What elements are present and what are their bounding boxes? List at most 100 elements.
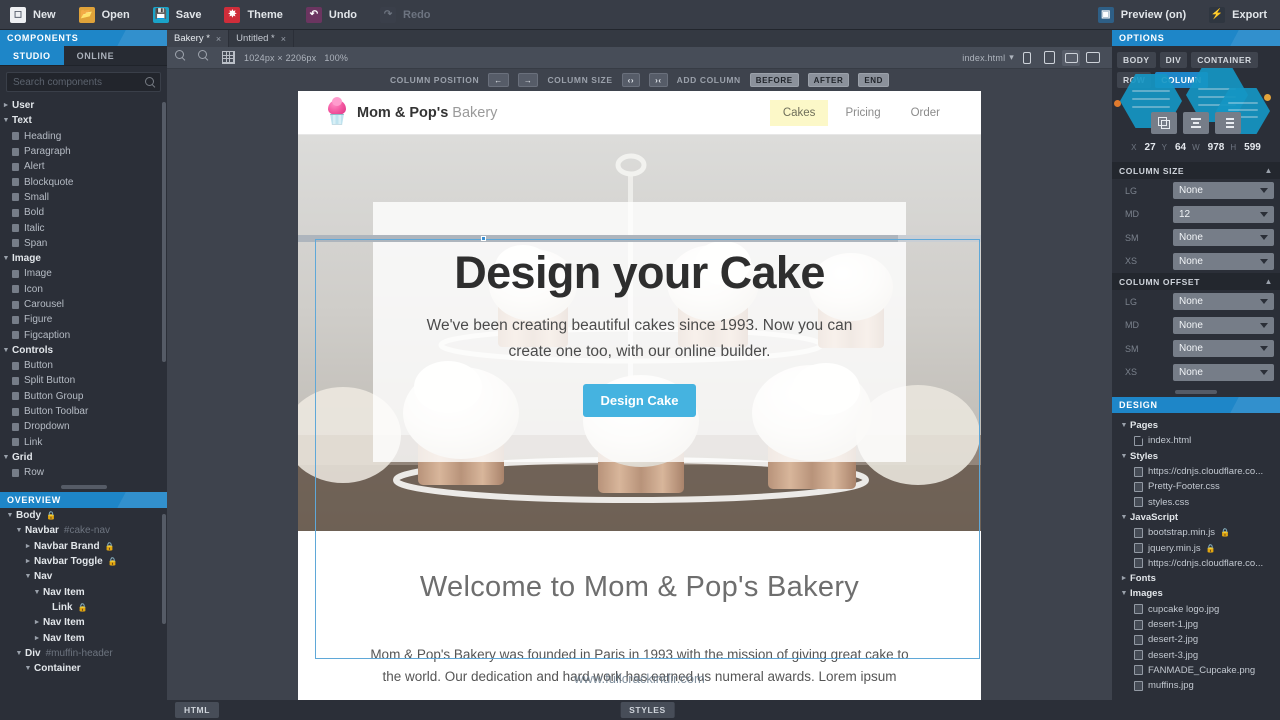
device-desktop[interactable] — [1084, 50, 1102, 66]
breadcrumb-div[interactable]: DIV — [1159, 52, 1188, 68]
component-item-row[interactable]: Row — [0, 465, 161, 480]
component-item-button-group[interactable]: Button Group — [0, 389, 161, 404]
chevron-down-icon[interactable] — [1260, 211, 1268, 217]
site-nav-link-cakes[interactable]: Cakes — [769, 99, 829, 126]
chevron-right-icon[interactable]: ► — [0, 102, 12, 109]
chevron-down-icon[interactable]: ▼ — [1118, 453, 1130, 460]
component-item-icon[interactable]: Icon — [0, 282, 161, 297]
add-column-after-button[interactable]: AFTER — [807, 73, 850, 87]
asset-group-pages[interactable]: ▼ Pages — [1112, 418, 1280, 433]
chevron-right-icon[interactable]: ► — [1118, 575, 1130, 582]
zoom-in-icon[interactable] — [198, 50, 213, 65]
chevron-right-icon[interactable]: ► — [22, 558, 34, 565]
overview-node-navbar[interactable]: ▼ Navbar #cake-nav — [0, 523, 161, 538]
asset-group-javascript[interactable]: ▼ JavaScript — [1112, 510, 1280, 525]
file-dropdown-caret[interactable]: ▾ — [1009, 52, 1014, 63]
overview-node-row[interactable]: ▼Row — [0, 676, 161, 678]
component-item-figcaption[interactable]: Figcaption — [0, 327, 161, 342]
chevron-down-icon[interactable] — [1260, 188, 1268, 194]
overview-node-nav-item[interactable]: ► Nav Item — [0, 615, 161, 630]
geometry-x-value[interactable]: 27 — [1145, 142, 1156, 153]
asset-item[interactable]: styles.css — [1112, 494, 1280, 509]
overview-node-navbar-toggle[interactable]: ► Navbar Toggle 🔒 — [0, 554, 161, 569]
column-offset-select-md[interactable]: None — [1173, 316, 1274, 334]
preview-button[interactable]: ▣ Preview (on) — [1088, 0, 1199, 30]
close-icon[interactable]: × — [281, 34, 286, 44]
component-group-text[interactable]: ▼ Text — [0, 113, 161, 128]
component-item-split-button[interactable]: Split Button — [0, 373, 161, 388]
redo-button[interactable]: ↷ Redo — [370, 0, 444, 30]
asset-item[interactable]: cupcake logo.jpg — [1112, 602, 1280, 617]
collapse-chevron-up-icon[interactable]: ▲ — [1264, 166, 1273, 175]
component-item-alert[interactable]: Alert — [0, 159, 161, 174]
column-size-select-lg[interactable]: None — [1173, 182, 1274, 200]
component-item-bold[interactable]: Bold — [0, 205, 161, 220]
components-scrollbar[interactable] — [162, 102, 166, 362]
component-item-paragraph[interactable]: Paragraph — [0, 144, 161, 159]
chevron-down-icon[interactable] — [1260, 235, 1268, 241]
component-item-link[interactable]: Link — [0, 435, 161, 450]
open-button[interactable]: 📂 Open — [69, 0, 143, 30]
overview-node-navbar-brand[interactable]: ► Navbar Brand 🔒 — [0, 539, 161, 554]
component-group-controls[interactable]: ▼ Controls — [0, 343, 161, 358]
chevron-down-icon[interactable]: ▼ — [0, 117, 12, 124]
export-button[interactable]: ⚡ Export — [1199, 0, 1280, 30]
asset-group-styles[interactable]: ▼ Styles — [1112, 449, 1280, 464]
chevron-down-icon[interactable]: ▼ — [31, 589, 43, 596]
navbar-brand[interactable]: Mom & Pop's Bakery — [326, 96, 497, 126]
grid-toggle-icon[interactable] — [221, 50, 236, 65]
document-tab-2[interactable]: Untitled * × — [229, 30, 294, 47]
overview-node-div[interactable]: ▼ Div #muffin-header — [0, 646, 161, 661]
device-tablet[interactable] — [1040, 50, 1058, 66]
new-button[interactable]: ◻ New — [0, 0, 69, 30]
overview-node-nav-item[interactable]: ▼ Nav Item — [0, 584, 161, 599]
chevron-down-icon[interactable]: ▼ — [22, 665, 34, 672]
chevron-down-icon[interactable] — [1260, 258, 1268, 264]
theme-button[interactable]: ✸ Theme — [214, 0, 295, 30]
lock-icon[interactable]: 🔒 — [105, 542, 115, 551]
component-item-span[interactable]: Span — [0, 236, 161, 251]
list-icon[interactable] — [1215, 112, 1241, 134]
chevron-down-icon[interactable] — [1260, 346, 1268, 352]
asset-item[interactable]: Pretty-Footer.css — [1112, 479, 1280, 494]
asset-group-fonts[interactable]: ► Fonts — [1112, 571, 1280, 586]
close-icon[interactable]: × — [216, 34, 221, 44]
duplicate-icon[interactable] — [1151, 112, 1177, 134]
chevron-down-icon[interactable]: ▼ — [13, 527, 25, 534]
column-size-section-header[interactable]: COLUMN SIZE ▲ — [1112, 162, 1280, 179]
asset-item[interactable]: desert-2.jpg — [1112, 632, 1280, 647]
column-offset-section-header[interactable]: COLUMN OFFSET ▲ — [1112, 273, 1280, 290]
component-item-small[interactable]: Small — [0, 190, 161, 205]
component-item-italic[interactable]: Italic — [0, 220, 161, 235]
component-item-button-toolbar[interactable]: Button Toolbar — [0, 404, 161, 419]
asset-item[interactable]: index.html — [1112, 433, 1280, 448]
asset-item[interactable]: jquery.min.js 🔒 — [1112, 540, 1280, 555]
search-input[interactable] — [13, 76, 145, 88]
overview-node-container[interactable]: ▼ Container — [0, 661, 161, 676]
column-size-select-sm[interactable]: None — [1173, 229, 1274, 247]
design-assets-tree[interactable]: ▼ Pages index.html ▼ Styles https://cdnjs.clo… — [1112, 413, 1280, 693]
chevron-down-icon[interactable]: ▼ — [0, 255, 12, 262]
document-tab-1[interactable]: Bakery * × — [167, 30, 230, 47]
component-item-dropdown[interactable]: Dropdown — [0, 419, 161, 434]
chevron-down-icon[interactable]: ▼ — [22, 573, 34, 580]
page-horizontal-scrollbar[interactable] — [298, 235, 981, 242]
component-item-heading[interactable]: Heading — [0, 129, 161, 144]
asset-item[interactable]: desert-1.jpg — [1112, 617, 1280, 632]
asset-item[interactable]: https://cdnjs.cloudflare.co... — [1112, 556, 1280, 571]
overview-node-nav[interactable]: ▼ Nav — [0, 569, 161, 584]
component-group-user[interactable]: ► User — [0, 98, 161, 113]
overview-node-nav-item[interactable]: ► Nav Item — [0, 630, 161, 645]
save-button[interactable]: 💾 Save — [143, 0, 215, 30]
column-offset-select-xs[interactable]: None — [1173, 363, 1274, 381]
asset-item[interactable]: muffins.jpg — [1112, 678, 1280, 693]
component-item-blockquote[interactable]: Blockquote — [0, 174, 161, 189]
device-phone[interactable] — [1018, 50, 1036, 66]
component-group-grid[interactable]: ▼ Grid — [0, 450, 161, 465]
selection-handle[interactable] — [481, 236, 486, 241]
column-position-prev-button[interactable]: ← — [488, 73, 509, 87]
chevron-down-icon[interactable]: ▼ — [13, 650, 25, 657]
asset-item[interactable]: bootstrap.min.js 🔒 — [1112, 525, 1280, 540]
tab-studio[interactable]: STUDIO — [0, 46, 64, 65]
chevron-right-icon[interactable]: ► — [31, 619, 43, 626]
